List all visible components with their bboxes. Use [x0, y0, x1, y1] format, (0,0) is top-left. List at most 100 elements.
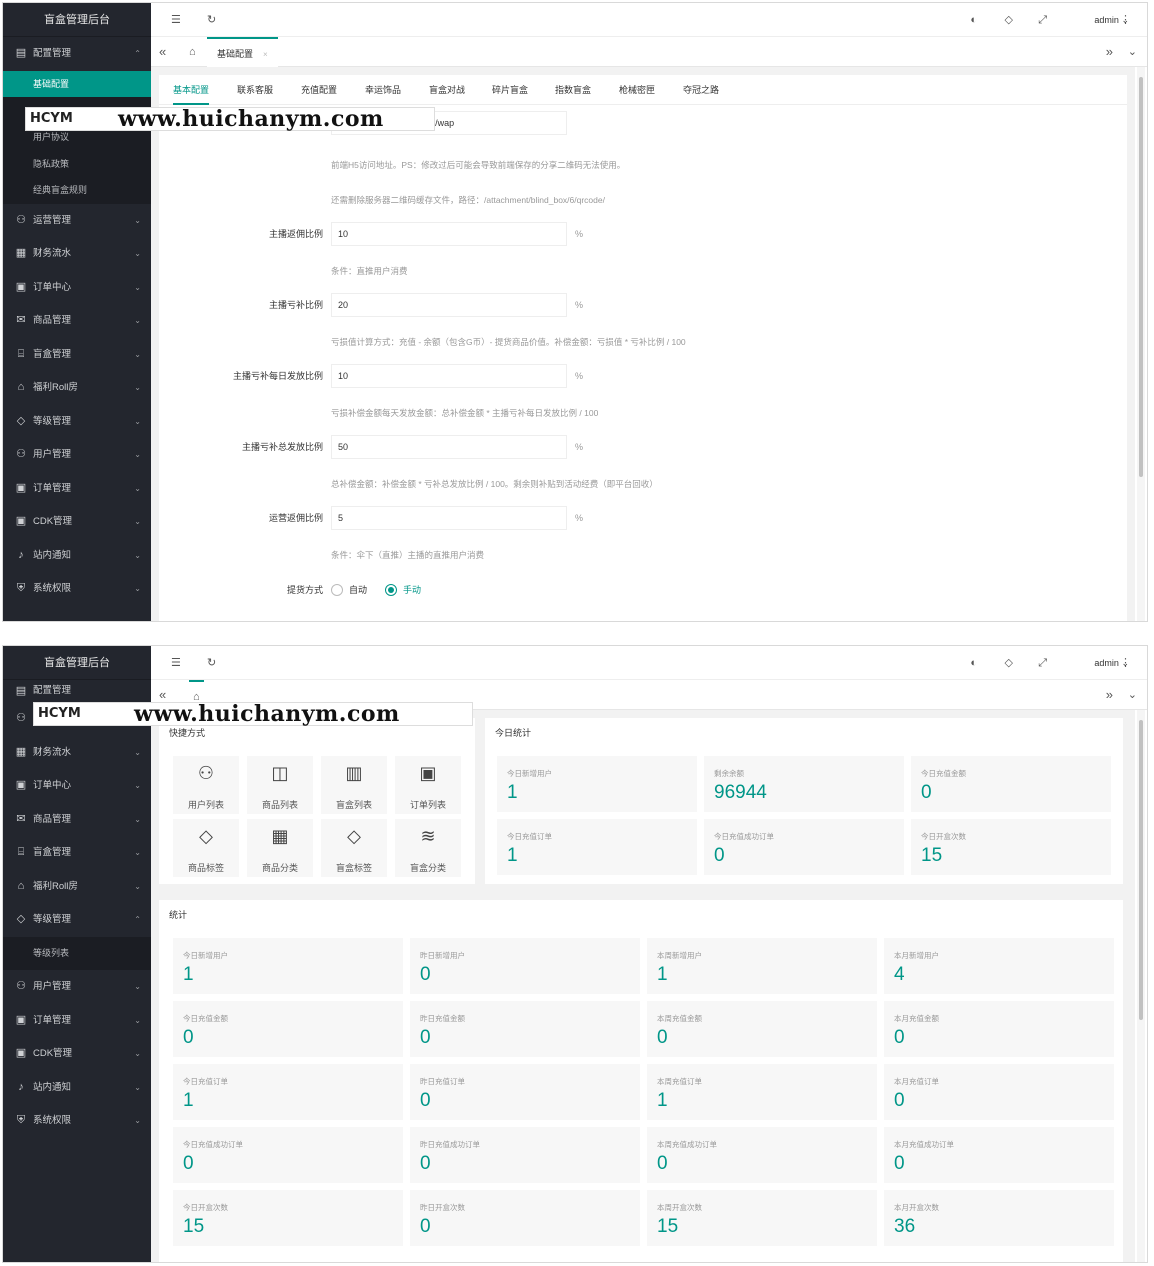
- config-submenu: 基础配置 用户协议 隐私政策 经典盲盒规则: [3, 70, 151, 204]
- fullscreen-icon[interactable]: ⤢: [1038, 646, 1047, 680]
- sidebar-item[interactable]: ⌂ 福利Roll房 ⌄: [3, 870, 151, 904]
- sidebar-item[interactable]: ⌸ 盲盒管理 ⌄: [3, 338, 151, 372]
- sidebar-item[interactable]: ▣ 订单中心 ⌄: [3, 769, 151, 803]
- theme-icon[interactable]: ◐: [970, 646, 977, 680]
- watermark-url: www.huichanym.com: [134, 701, 400, 727]
- close-icon[interactable]: ×: [263, 50, 268, 59]
- home-icon[interactable]: ⌂: [189, 37, 196, 67]
- sidebar-item[interactable]: ✉ 商品管理 ⌄: [3, 803, 151, 837]
- fullscreen-icon[interactable]: ⤢: [1038, 3, 1047, 37]
- sidebar-item[interactable]: ♪ 站内通知 ⌄: [3, 539, 151, 573]
- sidebar-item[interactable]: ⌸ 盲盒管理 ⌄: [3, 836, 151, 870]
- tabs-left-icon[interactable]: «: [159, 37, 166, 67]
- scrollbar[interactable]: [1137, 67, 1145, 621]
- tabs-right-icon[interactable]: »: [1106, 37, 1113, 67]
- stat-label: 本周新增用户: [657, 951, 702, 960]
- field-input[interactable]: 10: [331, 364, 567, 388]
- refresh-icon[interactable]: ↻: [207, 3, 216, 37]
- sidebar-item[interactable]: ▤ 配置管理 ⌃: [3, 37, 151, 71]
- shortcut-item[interactable]: ◇ 盲盒标签: [321, 819, 387, 877]
- chevron-down-icon[interactable]: ⌄: [1128, 680, 1137, 710]
- stat-value: 1: [183, 964, 194, 985]
- subtab[interactable]: 基本配置: [173, 75, 210, 105]
- sidebar-item-label: 配置管理: [33, 48, 72, 59]
- delivery-auto-radio[interactable]: [331, 584, 343, 596]
- sidebar-item[interactable]: ⚇ 运营管理 ⌄: [3, 204, 151, 238]
- sidebar-item[interactable]: ▣ 订单管理 ⌄: [3, 1004, 151, 1038]
- sidebar-item[interactable]: ✉ 商品管理 ⌄: [3, 304, 151, 338]
- menu-toggle-icon[interactable]: ☰: [171, 646, 181, 680]
- sidebar-item-config[interactable]: ▤ 配置管理: [3, 680, 151, 702]
- sidebar-item[interactable]: ⛨ 系统权限 ⌄: [3, 1104, 151, 1138]
- page-tabs: « ⌂ 基础配置 × » ⌄: [151, 37, 1147, 67]
- sidebar-item[interactable]: ⚇ 用户管理 ⌄: [3, 970, 151, 1004]
- field-input[interactable]: 10: [331, 222, 567, 246]
- submenu-item[interactable]: 隐私政策: [3, 151, 151, 178]
- tag-icon: ◇: [16, 414, 26, 427]
- scrollbar-thumb[interactable]: [1139, 77, 1143, 477]
- tab-basic-config[interactable]: 基础配置 ×: [207, 37, 278, 67]
- field-input[interactable]: 5: [331, 506, 567, 530]
- more-icon[interactable]: ⋮: [1120, 3, 1131, 37]
- sidebar-item[interactable]: ▦ 财务流水 ⌄: [3, 736, 151, 770]
- sidebar-item[interactable]: ▣ 订单管理 ⌄: [3, 472, 151, 506]
- shortcut-item[interactable]: ◇ 商品标签: [173, 819, 239, 877]
- chevron-down-icon: ⌄: [134, 383, 141, 393]
- chevron-down-icon: ⌄: [134, 1116, 141, 1125]
- shortcut-item[interactable]: ▦ 商品分类: [247, 819, 313, 877]
- stat-value: 0: [183, 1153, 194, 1174]
- chevron-down-icon: ⌄: [134, 550, 141, 560]
- subtab[interactable]: 枪械密匣: [619, 75, 655, 105]
- stat-tile: 今日充值金额 0: [173, 1001, 403, 1057]
- refresh-icon[interactable]: ↻: [207, 646, 216, 680]
- delivery-manual-radio[interactable]: [385, 584, 397, 596]
- chevron-down-icon[interactable]: ⌄: [1128, 37, 1137, 67]
- tag-icon[interactable]: ◇: [1005, 3, 1013, 37]
- stat-label: 本月充值成功订单: [894, 1140, 954, 1149]
- hint-text: 条件：直推用户消费: [331, 266, 408, 276]
- sidebar-item[interactable]: ▣ CDK管理 ⌄: [3, 1037, 151, 1071]
- home-icon: ⌂: [17, 879, 25, 892]
- menu-toggle-icon[interactable]: ☰: [171, 3, 181, 37]
- sidebar-item[interactable]: ◇ 等级管理 ⌄: [3, 405, 151, 439]
- subtab[interactable]: 碎片盲盒: [492, 75, 528, 105]
- stat-tile: 昨日充值订单 0: [410, 1064, 640, 1120]
- submenu-item-level-list[interactable]: 等级列表: [3, 936, 151, 970]
- subtab[interactable]: 夺冠之路: [683, 75, 719, 105]
- sidebar-item[interactable]: ◇ 等级管理 ⌃: [3, 903, 151, 937]
- shortcut-item[interactable]: ◫ 商品列表: [247, 756, 313, 814]
- subtab[interactable]: 充值配置: [301, 75, 337, 105]
- more-icon[interactable]: ⋮: [1120, 646, 1131, 680]
- scrollbar-thumb[interactable]: [1139, 720, 1143, 1020]
- shortcut-item[interactable]: ▥ 盲盒列表: [321, 756, 387, 814]
- subtab[interactable]: 联系客服: [237, 75, 273, 105]
- scrollbar[interactable]: [1137, 710, 1145, 1262]
- stat-tile: 本周新增用户 1: [647, 938, 877, 994]
- field-input[interactable]: 20: [331, 293, 567, 317]
- subtab[interactable]: 幸运饰品: [365, 75, 401, 105]
- sidebar-item[interactable]: ⚇ 用户管理 ⌄: [3, 438, 151, 472]
- shortcut-label: 商品列表: [261, 800, 298, 810]
- tabs-right-icon[interactable]: »: [1106, 680, 1113, 710]
- submenu-item[interactable]: 基础配置: [3, 70, 151, 98]
- shortcut-item[interactable]: ▣ 订单列表: [395, 756, 461, 814]
- tag-icon[interactable]: ◇: [1005, 646, 1013, 680]
- shortcut-item[interactable]: ⚇ 用户列表: [173, 756, 239, 814]
- sidebar-item[interactable]: ▣ CDK管理 ⌄: [3, 505, 151, 539]
- shortcut-label: 订单列表: [409, 800, 446, 810]
- chevron-down-icon: ⌄: [134, 249, 141, 259]
- subtab[interactable]: 指数盲盒: [555, 75, 591, 105]
- sidebar-item[interactable]: ▣ 订单中心 ⌄: [3, 271, 151, 305]
- submenu-item[interactable]: 经典盲盒规则: [3, 177, 151, 204]
- bell-icon: ♪: [18, 548, 24, 561]
- sidebar-item[interactable]: ▦ 财务流水 ⌄: [3, 237, 151, 271]
- stat-value: 1: [507, 782, 518, 803]
- theme-icon[interactable]: ◐: [970, 3, 977, 37]
- sidebar-item[interactable]: ⌂ 福利Roll房 ⌄: [3, 371, 151, 405]
- sidebar-menu: ⚇运营管理⌄▦财务流水⌄▣订单中心⌄✉商品管理⌄⌸盲盒管理⌄⌂福利Roll房⌄◇…: [3, 204, 151, 606]
- shortcut-item[interactable]: ≋ 盲盒分类: [395, 819, 461, 877]
- sidebar-item[interactable]: ⛨ 系统权限 ⌄: [3, 572, 151, 606]
- subtab[interactable]: 盲盒对战: [429, 75, 465, 105]
- field-input[interactable]: 50: [331, 435, 567, 459]
- sidebar-item[interactable]: ♪ 站内通知 ⌄: [3, 1071, 151, 1105]
